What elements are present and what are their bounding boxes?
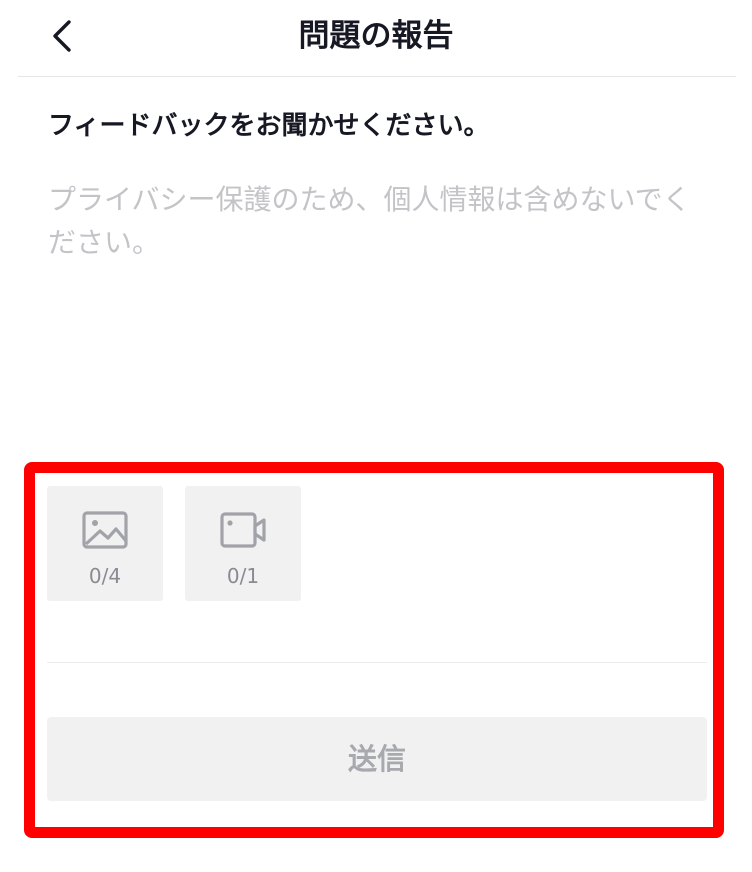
header-divider [18, 76, 736, 77]
header: 問題の報告 [0, 0, 752, 76]
add-photo-button[interactable]: 0/4 [47, 486, 163, 601]
feedback-input[interactable] [48, 178, 708, 428]
report-problem-screen: 問題の報告 フィードバックをお聞かせください。 0/4 0/1 送信 [0, 0, 752, 872]
submit-button[interactable]: 送信 [47, 717, 707, 801]
video-camera-icon [220, 512, 266, 548]
video-count: 0/1 [226, 564, 260, 588]
section-divider [47, 662, 707, 663]
add-video-button[interactable]: 0/1 [185, 486, 301, 601]
feedback-prompt-heading: フィードバックをお聞かせください。 [48, 111, 490, 141]
page-title: 問題の報告 [298, 18, 454, 54]
photo-count: 0/4 [88, 564, 122, 588]
image-icon [82, 511, 128, 549]
